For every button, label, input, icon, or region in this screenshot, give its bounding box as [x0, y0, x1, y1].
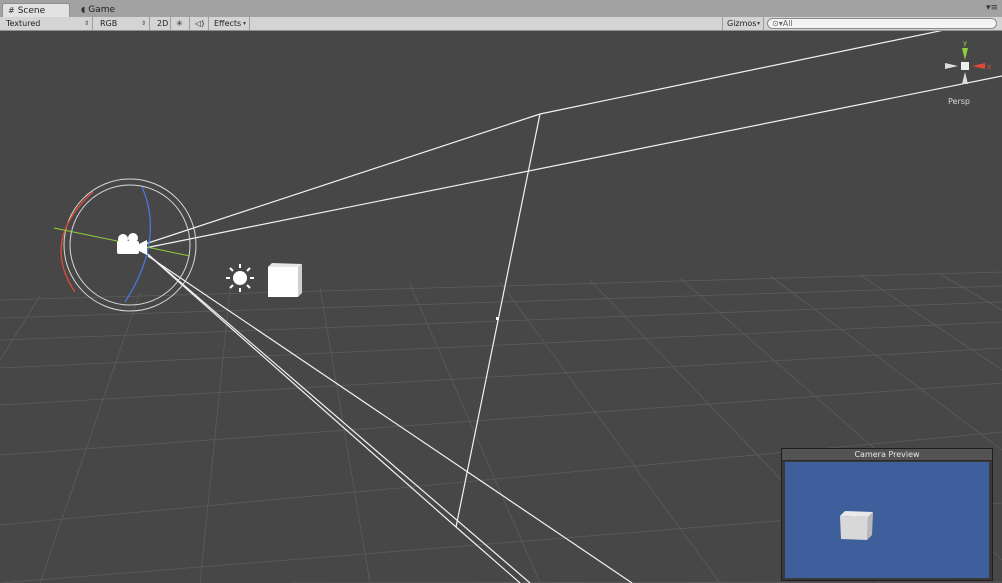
- effects-label: Effects: [214, 19, 242, 28]
- tab-menu-icon[interactable]: ▾≡: [986, 3, 998, 13]
- audio-toggle[interactable]: ◁): [191, 17, 209, 30]
- orientation-gizmo[interactable]: y x: [945, 39, 991, 84]
- x-axis-cone[interactable]: [972, 63, 985, 69]
- sun-icon[interactable]: [226, 264, 254, 292]
- neg-x-axis-cone[interactable]: [945, 63, 958, 69]
- tab-game[interactable]: ◖ Game: [76, 3, 136, 17]
- search-placeholder: All: [782, 19, 793, 28]
- lighting-toggle[interactable]: ✳: [172, 17, 190, 30]
- camera-icon[interactable]: [117, 233, 147, 255]
- cube-object[interactable]: [268, 263, 302, 297]
- render-mode-dropdown[interactable]: RGB ⇕: [96, 17, 150, 30]
- frustum-handle[interactable]: [496, 317, 499, 320]
- shading-mode-value: Textured: [6, 19, 41, 28]
- y-axis-cone[interactable]: [962, 48, 968, 60]
- sun-icon: ✳: [176, 19, 183, 28]
- x-axis-label: x: [987, 63, 991, 71]
- gizmos-dropdown[interactable]: Gizmos ▾: [722, 17, 764, 30]
- shading-mode-dropdown[interactable]: Textured ⇕: [2, 17, 93, 30]
- scene-toolbar: Textured ⇕ RGB ⇕ 2D ✳ ◁) Effects ▾ Gizmos ▾ …: [0, 17, 1002, 31]
- pacman-icon: ◖: [81, 5, 86, 14]
- camera-preview-view: [785, 462, 989, 578]
- render-mode-value: RGB: [100, 19, 118, 28]
- gizmos-label: Gizmos: [727, 19, 757, 28]
- dropdown-arrow-icon: ▾: [242, 20, 246, 27]
- dropdown-arrow-icon: ⇕: [83, 20, 89, 27]
- preview-cube: [840, 511, 873, 540]
- speaker-icon: ◁): [195, 19, 205, 28]
- tab-scene-label: Scene: [17, 6, 46, 16]
- camera-preview-panel: Camera Preview: [781, 448, 993, 581]
- y-axis-label: y: [963, 39, 967, 47]
- grid-icon: #: [8, 6, 15, 15]
- search-input[interactable]: ⊙▾All: [767, 18, 997, 29]
- projection-label[interactable]: Persp: [948, 97, 970, 106]
- dropdown-arrow-icon: ⇕: [140, 20, 146, 27]
- search-icon: ⊙▾: [772, 19, 783, 28]
- tab-scene[interactable]: # Scene: [2, 3, 70, 17]
- camera-preview-title: Camera Preview: [782, 449, 992, 461]
- mode-2d-label: 2D: [157, 19, 169, 28]
- tab-bar: # Scene ◖ Game ▾≡: [0, 0, 1002, 18]
- neg-y-axis-cone[interactable]: [962, 72, 968, 84]
- tab-game-label: Game: [88, 5, 116, 15]
- center-cube[interactable]: [961, 62, 969, 70]
- effects-dropdown[interactable]: Effects ▾: [210, 17, 250, 30]
- mode-2d-button[interactable]: 2D: [153, 17, 171, 30]
- dropdown-arrow-icon: ▾: [756, 20, 760, 27]
